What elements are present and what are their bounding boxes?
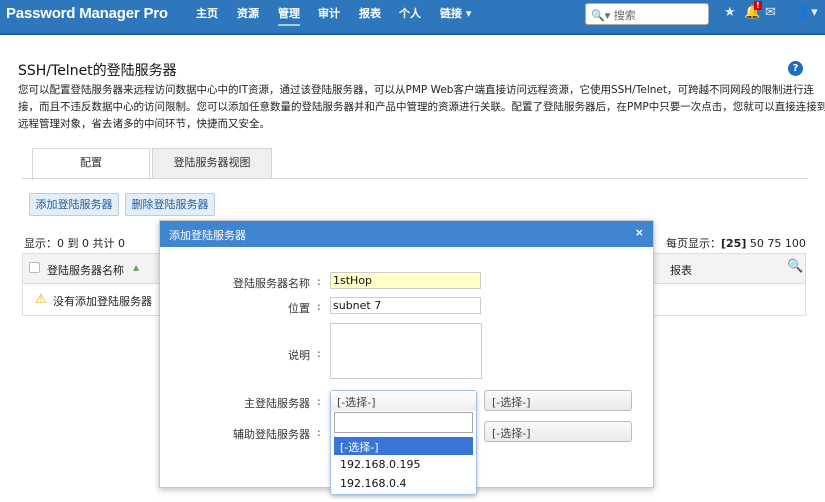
primary-server-select[interactable]: [-选择-]: [331, 391, 476, 411]
secondary-server-label: 辅助登陆服务器: [233, 428, 310, 441]
dialog-title: 添加登陆服务器: [169, 229, 246, 242]
tab-server-view[interactable]: 登陆服务器视图: [152, 148, 272, 179]
per-page-options[interactable]: 50 75 100: [750, 237, 806, 250]
logo: Password Manager Pro: [6, 5, 168, 22]
colon: :: [317, 395, 321, 408]
colon: :: [317, 275, 321, 288]
top-header: Password Manager Pro 主页 资源 管理 审计 报表 个人 链…: [0, 0, 825, 35]
dropdown-search-input[interactable]: [334, 412, 473, 433]
page-title: SSH/Telnet的登陆服务器: [18, 63, 177, 79]
paging-info: 显示：0 到 0 共计 0: [24, 237, 125, 250]
star-icon[interactable]: ★: [724, 5, 736, 20]
colon: :: [317, 300, 321, 313]
nav-audit[interactable]: 审计: [318, 5, 340, 21]
description-line: 接，而且不违反数据中心的访问限制。您可以添加任意数量的登陆服务器并和产品中管理的…: [18, 101, 825, 113]
dropdown-option[interactable]: [-选择-]: [334, 437, 473, 455]
search-placeholder: 搜索: [613, 9, 636, 22]
description-line: 远程管理对象，省去诸多的中间环节，快捷而又安全。: [18, 118, 270, 130]
add-server-button[interactable]: 添加登陆服务器: [29, 193, 119, 216]
nav-admin[interactable]: 管理: [278, 5, 300, 26]
col-report: 报表: [670, 264, 692, 277]
search-icon: 🔍▾: [591, 9, 614, 22]
nav-home[interactable]: 主页: [196, 5, 218, 21]
per-page-label: 每页显示：: [666, 237, 721, 250]
description-label: 说明: [288, 349, 310, 362]
sort-icon[interactable]: ▲: [133, 263, 139, 272]
per-page: 每页显示：[25] 50 75 100: [666, 235, 806, 251]
warning-icon: ⚠: [35, 292, 47, 307]
dropdown-option[interactable]: 192.168.0.4: [334, 475, 473, 493]
notification-badge: !: [754, 1, 762, 10]
dialog-header: 添加登陆服务器 ×: [160, 221, 653, 247]
description-textarea[interactable]: [330, 323, 482, 379]
colon: :: [317, 347, 321, 360]
delete-server-button[interactable]: 删除登陆服务器: [125, 193, 215, 216]
nav-resources[interactable]: 资源: [237, 5, 259, 21]
empty-message: 没有添加登陆服务器: [53, 295, 152, 308]
name-input[interactable]: 1stHop: [330, 272, 481, 289]
col-name[interactable]: 登陆服务器名称: [47, 262, 124, 278]
user-icon[interactable]: 👤▾: [795, 5, 818, 20]
select-all-checkbox[interactable]: [29, 262, 40, 273]
colon: :: [317, 426, 321, 439]
primary-server-dropdown[interactable]: [-选择-] [-选择-] 192.168.0.195 192.168.0.4: [330, 390, 477, 495]
mail-icon[interactable]: ✉: [765, 5, 776, 20]
primary-server-label: 主登陆服务器: [244, 397, 310, 410]
help-icon[interactable]: ?: [788, 61, 803, 76]
search-input[interactable]: 🔍▾ 搜索: [585, 3, 709, 25]
dropdown-option[interactable]: 192.168.0.195: [334, 456, 473, 474]
nav-reports[interactable]: 报表: [359, 5, 381, 21]
search-icon[interactable]: 🔍: [787, 259, 803, 274]
name-label: 登陆服务器名称: [233, 277, 310, 290]
secondary-port-select[interactable]: [-选择-]: [484, 421, 632, 442]
location-label: 位置: [288, 302, 310, 315]
tab-config[interactable]: 配置: [32, 148, 150, 180]
close-icon[interactable]: ×: [635, 226, 644, 239]
description-line: 您可以配置登陆服务器来远程访问数据中心中的IT资源，通过该登陆服务器，可以从PM…: [18, 84, 814, 96]
nav-personal[interactable]: 个人: [399, 5, 421, 21]
primary-port-select[interactable]: [-选择-]: [484, 390, 632, 411]
location-input[interactable]: subnet 7: [330, 297, 481, 314]
tab-divider: [22, 178, 808, 179]
per-page-current: [25]: [721, 237, 747, 250]
nav-links[interactable]: 链接 ▾: [440, 5, 471, 21]
